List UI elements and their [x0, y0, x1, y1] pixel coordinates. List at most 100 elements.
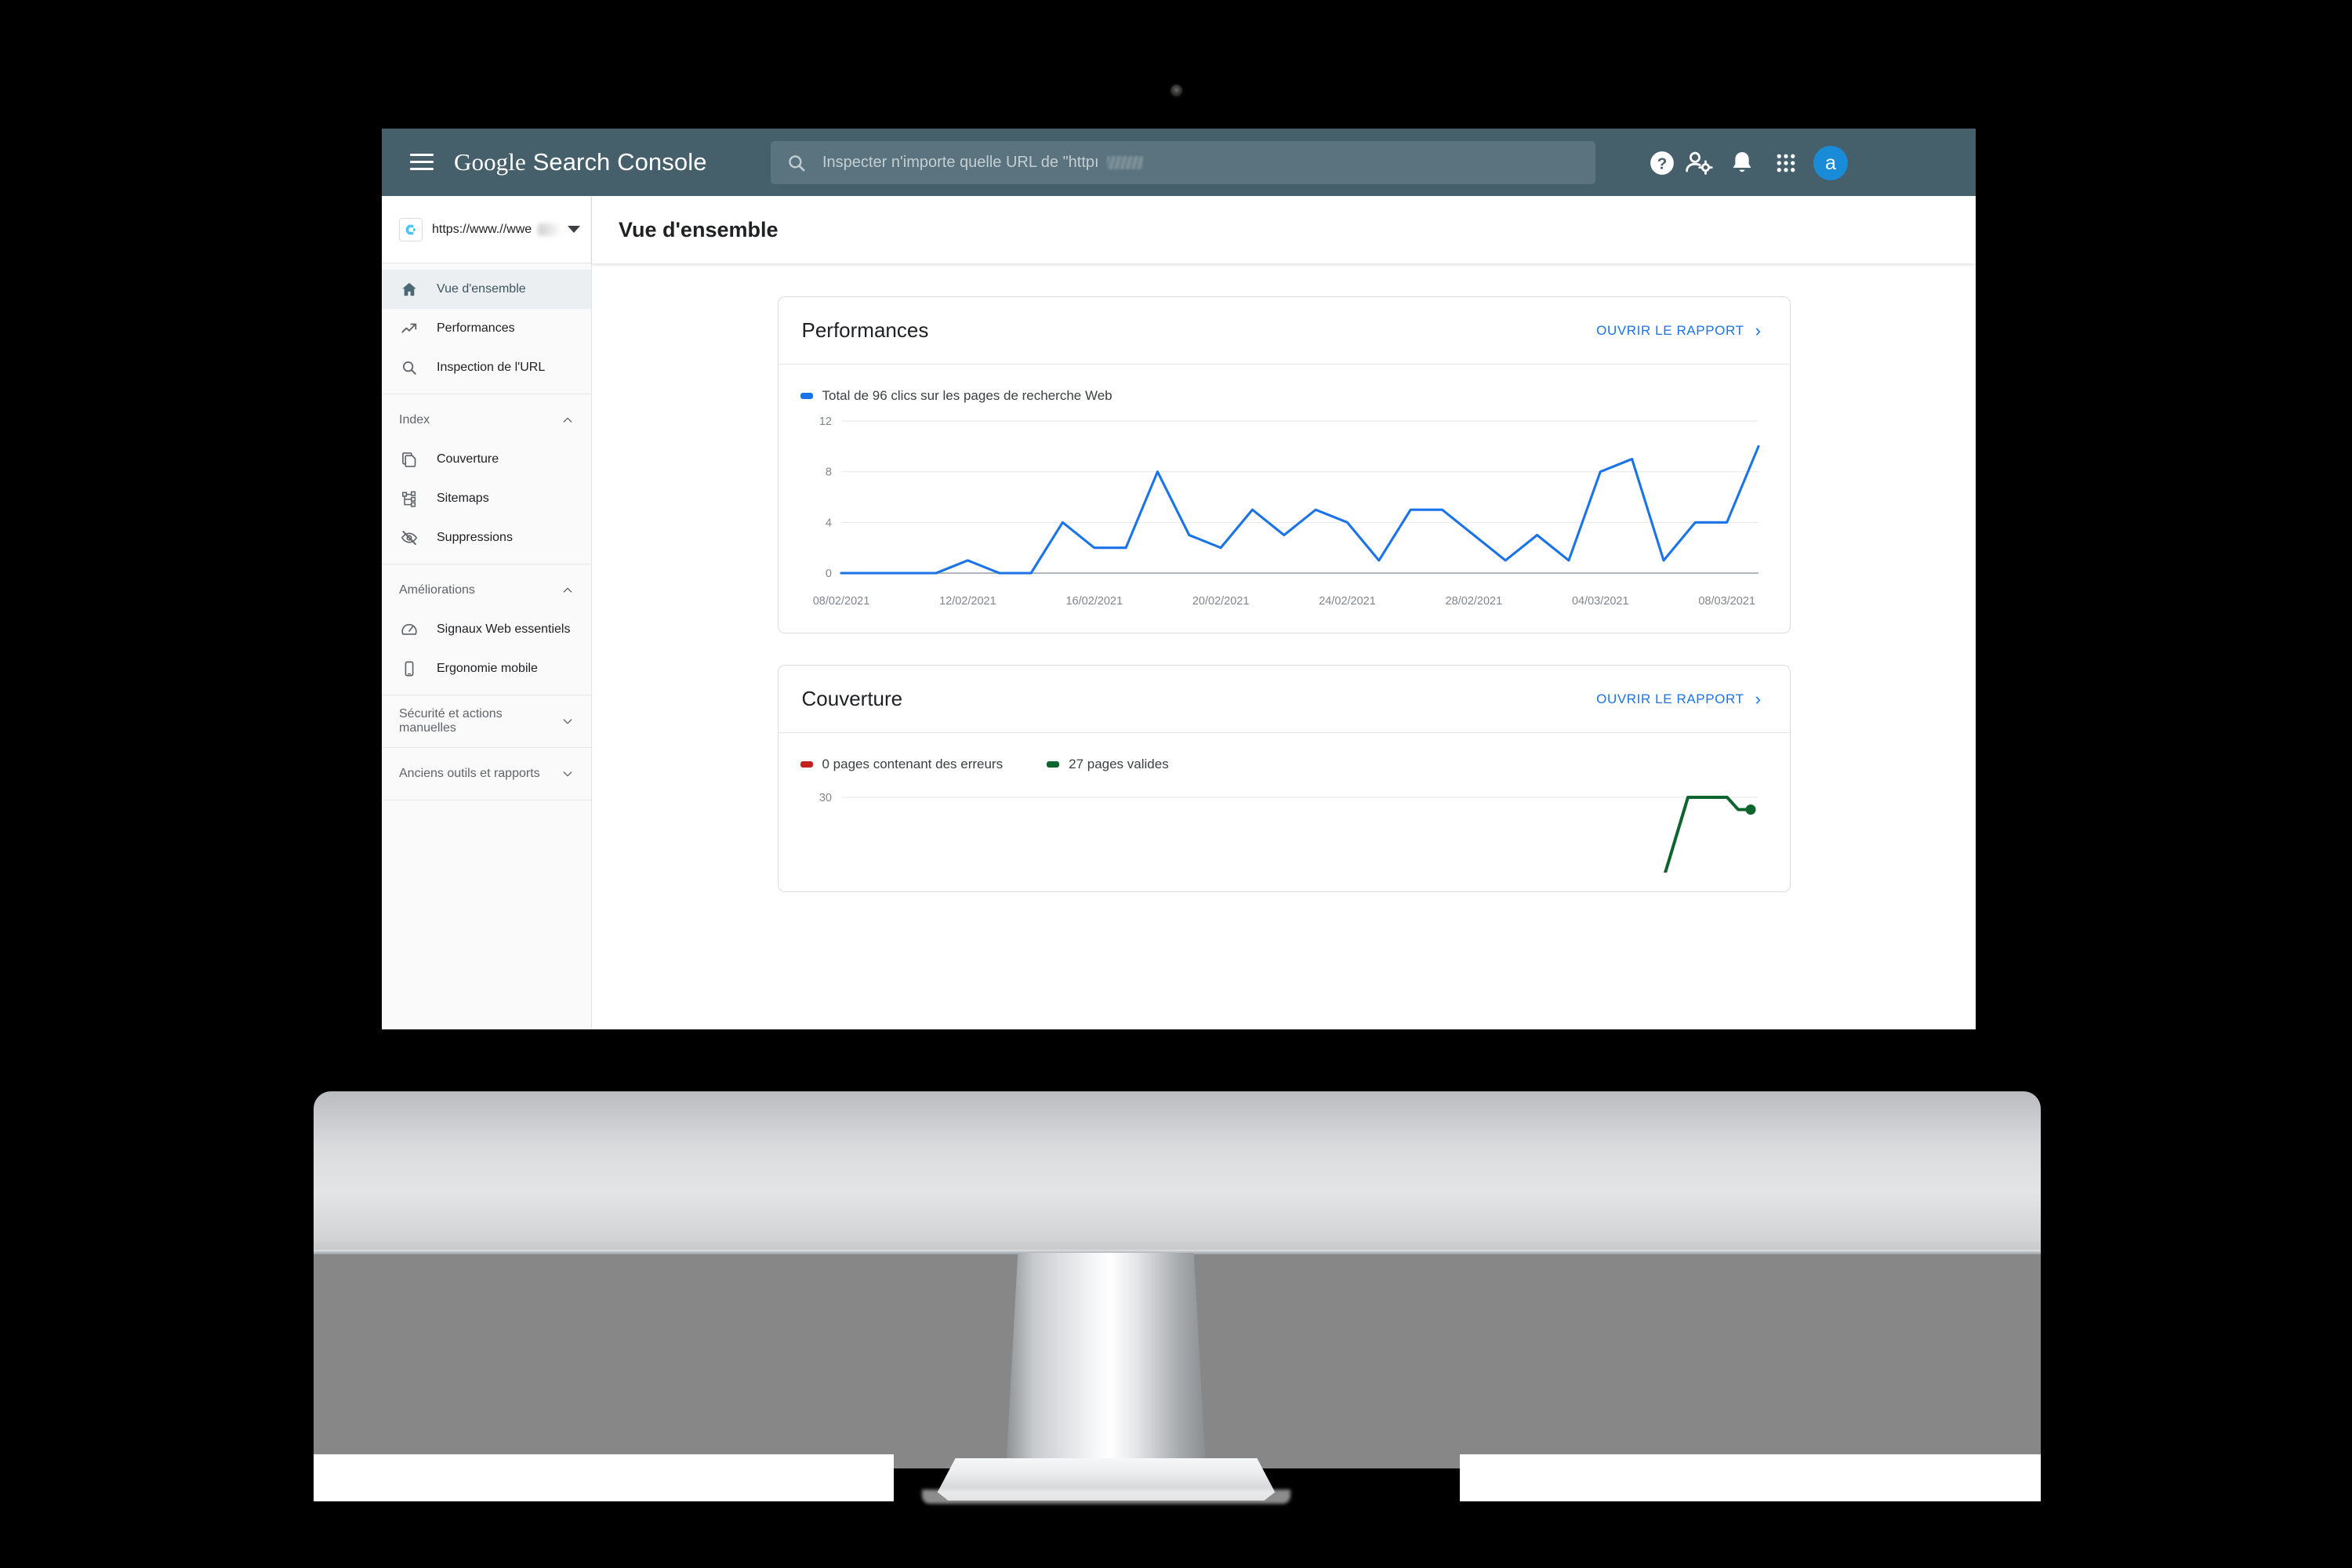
- coverage-card-body: 0 pages contenant des erreurs 27 pages v…: [779, 733, 1790, 891]
- trending-up-icon: [399, 318, 419, 339]
- eye-off-icon: [399, 528, 419, 548]
- svg-text:30: 30: [818, 792, 831, 804]
- svg-text:04/03/2021: 04/03/2021: [1571, 595, 1628, 608]
- sidebar-section-header-index[interactable]: Index: [382, 401, 591, 440]
- svg-text:12: 12: [818, 416, 831, 428]
- body-layout: https://www.//wwe Vue d'ensemble Perform…: [382, 196, 1976, 1029]
- imac-chassis: : [314, 1091, 2041, 1254]
- sidebar-section-header-enhancements[interactable]: Améliorations: [382, 571, 591, 610]
- sitemap-icon: [399, 488, 419, 509]
- content-scroll-area[interactable]: Performances OUVRIR LE RAPPORT › Total d…: [592, 263, 1976, 1029]
- sidebar: https://www.//wwe Vue d'ensemble Perform…: [382, 196, 592, 1029]
- sidebar-item-performance[interactable]: Performances: [382, 309, 591, 348]
- legend-label: 27 pages valides: [1069, 757, 1169, 771]
- sidebar-item-removals[interactable]: Suppressions: [382, 518, 591, 557]
- help-icon[interactable]: ?: [1649, 150, 1675, 176]
- legend-label: 0 pages contenant des erreurs: [822, 757, 1004, 771]
- sidebar-section-security: Sécurité et actions manuelles: [382, 695, 591, 748]
- chevron-down-icon: [563, 771, 572, 777]
- sidebar-item-label: Ergonomie mobile: [437, 662, 538, 675]
- search-redacted-url: [1106, 156, 1143, 169]
- legend-item-clicks[interactable]: Total de 96 clics sur les pages de reche…: [800, 388, 1112, 404]
- legend-item-errors[interactable]: 0 pages contenant des erreurs: [800, 757, 1004, 772]
- url-inspection-search[interactable]: Inspecter n'importe quelle URL de "httpı: [771, 141, 1595, 184]
- coverage-chart[interactable]: 30: [800, 779, 1763, 873]
- svg-text:4: 4: [825, 517, 831, 529]
- coverage-line-chart: 30: [818, 792, 1759, 873]
- sidebar-section-title: Sécurité et actions manuelles: [399, 707, 503, 735]
- sidebar-item-label: Vue d'ensemble: [437, 282, 526, 296]
- performance-card-title: Performances: [801, 318, 929, 342]
- sidebar-section-title: Anciens outils et rapports: [399, 767, 540, 780]
- sidebar-item-core-web-vitals[interactable]: Signaux Web essentiels: [382, 610, 591, 649]
- sidebar-section-header-security[interactable]: Sécurité et actions manuelles: [382, 702, 591, 741]
- chevron-right-icon: ›: [1755, 320, 1762, 340]
- hamburger-menu-icon[interactable]: [410, 154, 434, 171]
- performance-card-header: Performances OUVRIR LE RAPPORT ›: [778, 297, 1790, 365]
- svg-text:20/02/2021: 20/02/2021: [1192, 595, 1249, 608]
- copy-pages-icon: [399, 449, 419, 470]
- chevron-down-icon: [563, 719, 572, 724]
- coverage-legend: 0 pages contenant des erreurs 27 pages v…: [800, 757, 1763, 772]
- sidebar-item-sitemaps[interactable]: Sitemaps: [382, 479, 591, 518]
- chevron-up-icon: [563, 417, 572, 423]
- coverage-open-report-link[interactable]: OUVRIR LE RAPPORT ›: [1596, 688, 1762, 709]
- sidebar-item-label: Suppressions: [437, 531, 513, 544]
- search-icon: [399, 358, 419, 378]
- imac-screen: Google Search Console Inspecter n'import…: [382, 129, 1976, 1029]
- svg-text:08/03/2021: 08/03/2021: [1698, 595, 1755, 608]
- brand-title: Google Search Console: [454, 148, 707, 176]
- coverage-card-title: Couverture: [801, 687, 903, 710]
- svg-text:12/02/2021: 12/02/2021: [939, 595, 996, 608]
- screenshot-stage: Google Search Console Inspecter n'import…: [0, 0, 2352, 1568]
- imac-base-backdrop-right: [1460, 1454, 2041, 1501]
- home-icon: [399, 279, 419, 299]
- svg-text:16/02/2021: 16/02/2021: [1065, 595, 1123, 608]
- imac-camera-icon: [1171, 85, 1182, 96]
- svg-text:24/02/2021: 24/02/2021: [1319, 595, 1376, 608]
- sidebar-section-title: Index: [399, 413, 430, 426]
- svg-text:8: 8: [825, 466, 831, 479]
- sidebar-section-header-legacy-tools[interactable]: Anciens outils et rapports: [382, 754, 591, 793]
- sidebar-section-index: Index Couverture Sitemaps Suppressions: [382, 394, 591, 564]
- chevron-right-icon: ›: [1755, 688, 1762, 709]
- performance-open-report-link[interactable]: OUVRIR LE RAPPORT ›: [1596, 320, 1762, 340]
- legend-swatch: [1047, 761, 1060, 768]
- performance-card-body: Total de 96 clics sur les pages de reche…: [779, 365, 1790, 633]
- imac-base-backdrop-left: [314, 1454, 894, 1501]
- legend-label: Total de 96 clics sur les pages de reche…: [822, 388, 1112, 403]
- property-logo-icon: [399, 217, 423, 241]
- sidebar-item-url-inspection[interactable]: Inspection de l'URL: [382, 348, 591, 387]
- sidebar-item-mobile-usability[interactable]: Ergonomie mobile: [382, 649, 591, 688]
- main-content: Vue d'ensemble Performances OUVRIR LE RA…: [592, 196, 1976, 1029]
- open-report-label: OUVRIR LE RAPPORT: [1596, 322, 1744, 338]
- legend-item-valid[interactable]: 27 pages valides: [1047, 757, 1169, 772]
- property-url: https://www.//wwe: [432, 222, 532, 236]
- sidebar-item-overview[interactable]: Vue d'ensemble: [382, 270, 591, 309]
- brand-suffix: Search Console: [525, 148, 707, 176]
- performance-card: Performances OUVRIR LE RAPPORT › Total d…: [777, 296, 1791, 633]
- performance-chart[interactable]: 0 4 8 12 08/02/2021 12/02/2021 16/02/2021 20/02…: [800, 410, 1763, 614]
- performance-legend: Total de 96 clics sur les pages de reche…: [800, 388, 1763, 404]
- svg-text:?: ?: [1657, 154, 1668, 172]
- legend-swatch: [800, 761, 813, 768]
- sidebar-primary-group: Vue d'ensemble Performances Inspection d…: [382, 263, 591, 394]
- coverage-card-header: Couverture OUVRIR LE RAPPORT ›: [778, 666, 1790, 733]
- chevron-up-icon: [563, 587, 572, 593]
- avatar[interactable]: a: [1813, 146, 1848, 180]
- notifications-bell-icon[interactable]: [1729, 150, 1755, 176]
- search-icon: [789, 154, 805, 171]
- brand-google: Google: [454, 148, 526, 176]
- property-selector[interactable]: https://www.//wwe: [382, 196, 591, 263]
- chevron-down-icon[interactable]: [568, 226, 580, 233]
- page-header: Vue d'ensemble: [592, 196, 1976, 263]
- sidebar-item-coverage[interactable]: Couverture: [382, 440, 591, 479]
- sidebar-section-enhancements: Améliorations Signaux Web essentiels Erg…: [382, 564, 591, 695]
- speedometer-icon: [399, 619, 419, 640]
- svg-text:0: 0: [825, 568, 831, 580]
- user-settings-icon[interactable]: [1684, 151, 1715, 176]
- apps-grid-icon[interactable]: [1774, 151, 1798, 175]
- page-title: Vue d'ensemble: [619, 217, 779, 241]
- svg-text:08/02/2021: 08/02/2021: [812, 595, 869, 608]
- sidebar-item-label: Performances: [437, 321, 515, 335]
